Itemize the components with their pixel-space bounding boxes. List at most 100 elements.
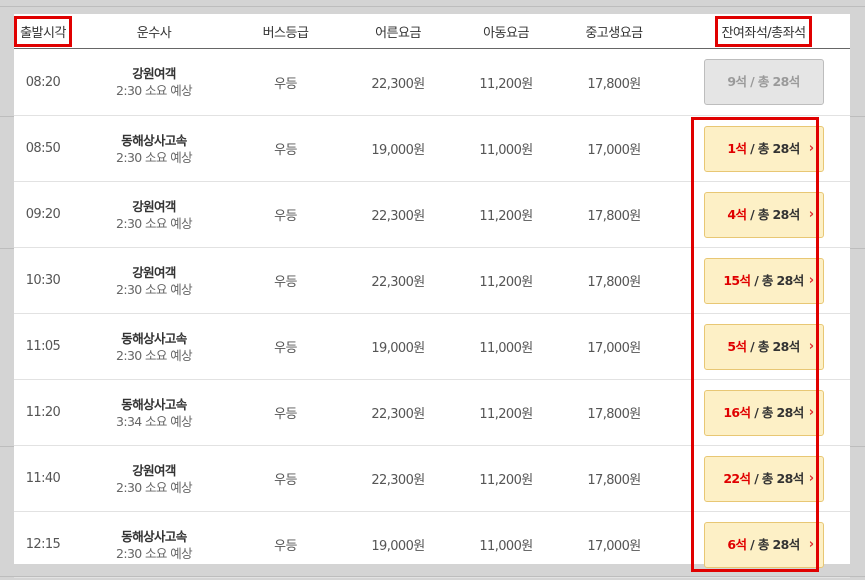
- departure-time: 08:50: [14, 115, 72, 182]
- estimated-duration: 2:30 소요 예상: [115, 281, 193, 297]
- estimated-duration: 2:30 소요 예상: [115, 149, 193, 165]
- header-seats-label: 잔여좌석/총좌석: [721, 25, 806, 41]
- child-fare: 11,000원: [461, 313, 551, 380]
- header-departure-time-label: 출발시각: [20, 25, 66, 41]
- carrier-cell: 동해상사고속 2:30 소요 예상: [72, 115, 236, 182]
- child-fare: 11,200원: [461, 48, 551, 116]
- select-seat-button[interactable]: 4석 / 총 28석 ›: [703, 191, 824, 238]
- estimated-duration: 2:30 소요 예상: [115, 83, 193, 98]
- carrier-cell: 동해상사고속 2:30 소요 예상: [72, 313, 236, 380]
- table-row: 08:50 동해상사고속 2:30 소요 예상 우등 19,000원 11,000원 17,…: [14, 115, 850, 182]
- child-fare: 11,000원: [461, 511, 551, 578]
- header-seats: 잔여좌석/총좌석: [677, 14, 850, 49]
- student-fare: 17,800원: [551, 181, 677, 248]
- carrier-name: 강원여객: [132, 66, 176, 81]
- student-fare: 17,000원: [551, 313, 677, 380]
- total-seats: / 총 28석: [750, 470, 804, 486]
- select-seat-button[interactable]: 1석 / 총 28석 ›: [703, 125, 824, 172]
- carrier-name: 강원여객: [132, 264, 176, 280]
- chevron-right-icon: ›: [808, 140, 814, 156]
- seat-button-disabled: 9석 / 총 28석: [703, 59, 824, 105]
- departure-time: 08:20: [14, 48, 72, 116]
- child-fare: 11,200원: [461, 445, 551, 512]
- student-fare: 17,800원: [551, 379, 677, 446]
- bus-schedule-table: 출발시각 운수사 버스등급 어른요금 아동요금 중고생요금 잔여좌석/총좌석 0…: [14, 14, 850, 578]
- estimated-duration: 2:30 소요 예상: [115, 347, 193, 363]
- background-line: [0, 6, 865, 7]
- bus-class: 우등: [236, 313, 335, 380]
- seats-cell: 6석 / 총 28석 ›: [677, 511, 850, 578]
- carrier-cell: 강원여객 2:30 소요 예상: [72, 181, 236, 248]
- select-seat-button[interactable]: 5석 / 총 28석 ›: [703, 323, 824, 370]
- estimated-duration: 2:30 소요 예상: [115, 215, 193, 231]
- carrier-name: 강원여객: [132, 462, 176, 478]
- adult-fare: 22,300원: [335, 379, 461, 446]
- table-row: 12:15 동해상사고속 2:30 소요 예상 우등 19,000원 11,000원 17,…: [14, 511, 850, 578]
- table-header-row: 출발시각 운수사 버스등급 어른요금 아동요금 중고생요금 잔여좌석/총좌석: [14, 14, 850, 49]
- header-departure-time: 출발시각: [14, 14, 72, 49]
- adult-fare: 19,000원: [335, 313, 461, 380]
- total-seats: / 총 28석: [746, 74, 800, 89]
- carrier-name: 동해상사고속: [121, 528, 187, 544]
- select-seat-button[interactable]: 16석 / 총 28석 ›: [703, 389, 824, 436]
- remaining-seats: 6석: [727, 536, 747, 552]
- total-seats: / 총 28석: [746, 536, 800, 552]
- adult-fare: 19,000원: [335, 115, 461, 182]
- estimated-duration: 3:34 소요 예상: [115, 413, 193, 429]
- bus-class: 우등: [236, 247, 335, 314]
- bus-class: 우등: [236, 511, 335, 578]
- total-seats: / 총 28석: [746, 140, 800, 156]
- remaining-seats: 15석: [723, 272, 751, 288]
- chevron-right-icon: ›: [808, 470, 814, 486]
- header-carrier: 운수사: [72, 14, 236, 49]
- carrier-name: 강원여객: [132, 198, 176, 214]
- total-seats: / 총 28석: [750, 404, 804, 420]
- header-bus-class: 버스등급: [236, 14, 335, 49]
- bus-class: 우등: [236, 115, 335, 182]
- chevron-right-icon: ›: [808, 338, 814, 354]
- departure-time: 12:15: [14, 511, 72, 578]
- estimated-duration: 2:30 소요 예상: [115, 545, 193, 561]
- total-seats: / 총 28석: [746, 206, 800, 222]
- carrier-name: 동해상사고속: [121, 132, 187, 148]
- bus-class: 우등: [236, 181, 335, 248]
- carrier-cell: 강원여객 2:30 소요 예상: [72, 247, 236, 314]
- bus-class: 우등: [236, 48, 335, 116]
- bus-schedule-panel: 출발시각 운수사 버스등급 어른요금 아동요금 중고생요금 잔여좌석/총좌석 0…: [14, 14, 850, 578]
- child-fare: 11,200원: [461, 247, 551, 314]
- remaining-seats: 1석: [727, 140, 747, 156]
- header-child-fare: 아동요금: [461, 14, 551, 49]
- carrier-cell: 강원여객 2:30 소요 예상: [72, 48, 236, 116]
- seats-cell: 16석 / 총 28석 ›: [677, 379, 850, 446]
- table-row: 11:20 동해상사고속 3:34 소요 예상 우등 22,300원 11,200원 17,…: [14, 379, 850, 446]
- carrier-cell: 동해상사고속 3:34 소요 예상: [72, 379, 236, 446]
- seats-cell: 15석 / 총 28석 ›: [677, 247, 850, 314]
- table-row: 11:05 동해상사고속 2:30 소요 예상 우등 19,000원 11,000원 17,…: [14, 313, 850, 380]
- estimated-duration: 2:30 소요 예상: [115, 479, 193, 495]
- adult-fare: 22,300원: [335, 48, 461, 116]
- departure-time-highlight: 출발시각: [14, 15, 72, 47]
- select-seat-button[interactable]: 22석 / 총 28석 ›: [703, 455, 824, 502]
- seats-header-highlight: 잔여좌석/총좌석: [715, 15, 812, 47]
- seats-cell: 22석 / 총 28석 ›: [677, 445, 850, 512]
- header-adult-fare: 어른요금: [335, 14, 461, 49]
- carrier-name: 동해상사고속: [121, 396, 187, 412]
- chevron-right-icon: ›: [808, 206, 814, 222]
- table-row: 08:20 강원여객 2:30 소요 예상 우등 22,300원 11,200원 17,80…: [14, 48, 850, 116]
- adult-fare: 22,300원: [335, 247, 461, 314]
- student-fare: 17,800원: [551, 445, 677, 512]
- departure-time: 11:20: [14, 379, 72, 446]
- departure-time: 11:40: [14, 445, 72, 512]
- remaining-seats: 4석: [727, 206, 747, 222]
- child-fare: 11,200원: [461, 181, 551, 248]
- select-seat-button[interactable]: 15석 / 총 28석 ›: [703, 257, 824, 304]
- remaining-seats: 9석: [727, 74, 747, 89]
- table-row: 09:20 강원여객 2:30 소요 예상 우등 22,300원 11,200원 17,80…: [14, 181, 850, 248]
- table-body: 08:20 강원여객 2:30 소요 예상 우등 22,300원 11,200원 17,80…: [14, 48, 850, 578]
- seats-cell: 1석 / 총 28석 ›: [677, 115, 850, 182]
- remaining-seats: 16석: [723, 404, 751, 420]
- select-seat-button[interactable]: 6석 / 총 28석 ›: [703, 521, 824, 568]
- child-fare: 11,000원: [461, 115, 551, 182]
- adult-fare: 19,000원: [335, 511, 461, 578]
- chevron-right-icon: ›: [808, 272, 814, 288]
